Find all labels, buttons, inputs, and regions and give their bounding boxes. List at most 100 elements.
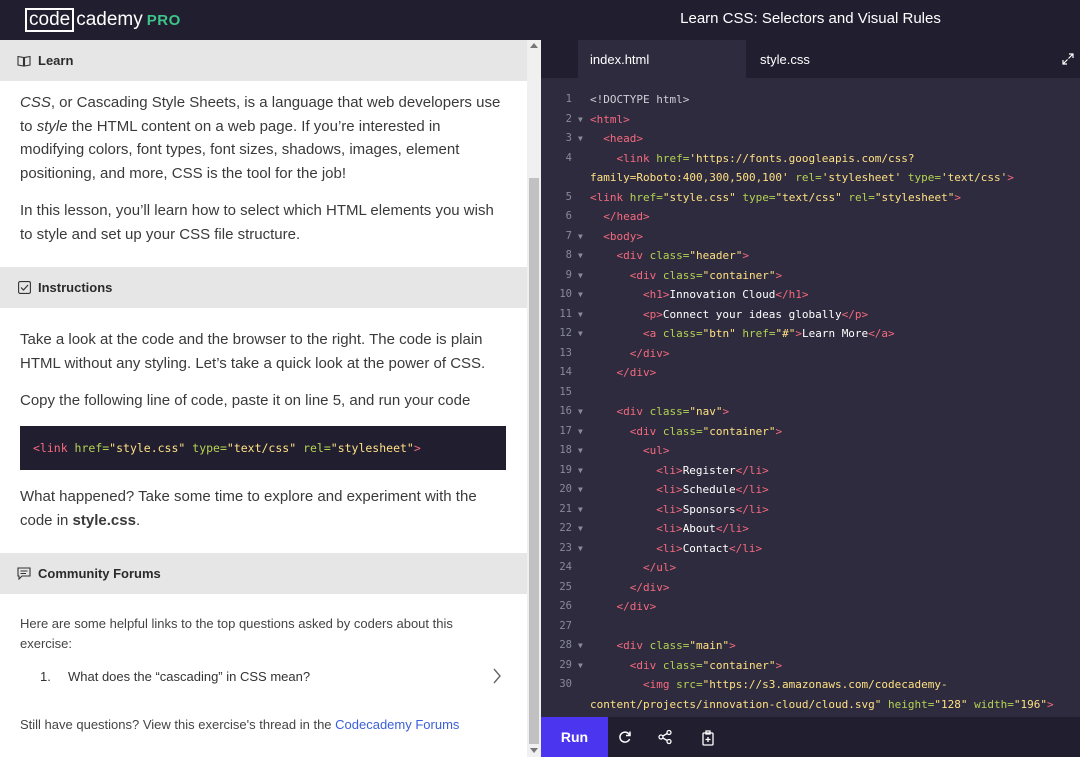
fold-arrow-icon[interactable]: ▼ (578, 285, 583, 305)
line-content: <div class="nav"> (616, 402, 729, 422)
fold-arrow-icon[interactable]: ▼ (578, 480, 583, 500)
code-token: class= (649, 639, 690, 652)
code-snippet[interactable]: <link href="style.css" type="text/css" r… (20, 426, 506, 470)
code-token: <head> (603, 132, 643, 145)
code-token: Learn More (801, 327, 869, 340)
line-number: 22 (559, 522, 572, 534)
code-token: rel= (841, 190, 875, 204)
code-token: <div (629, 268, 663, 282)
snippet-attr: href= (74, 441, 110, 455)
code-token: <ul> (642, 444, 670, 457)
lesson-scrollbar[interactable] (527, 40, 541, 757)
code-token: > (742, 249, 749, 262)
code-token: <li> (656, 483, 683, 496)
line-content: <a class="btn" href="#">Learn More</a> (643, 324, 895, 344)
fold-arrow-icon[interactable]: ▼ (578, 266, 583, 286)
fold-arrow-icon[interactable]: ▼ (578, 324, 583, 344)
fold-arrow-icon[interactable]: ▼ (578, 110, 583, 130)
fold-arrow-icon[interactable]: ▼ (578, 461, 583, 481)
code-line: 25 </div> (541, 578, 1080, 598)
code-area[interactable]: 1 <!DOCTYPE html> 2 ▼ <html> 3 ▼ <head> 4 <link h… (541, 90, 1080, 717)
reset-icon[interactable] (617, 729, 633, 745)
code-line: 6 </head> (541, 207, 1080, 227)
code-token: "#" (775, 327, 796, 340)
fold-arrow-icon[interactable]: ▼ (578, 305, 583, 325)
forums-section-header[interactable]: Community Forums (0, 553, 527, 594)
code-token: 'text/css' (941, 171, 1008, 184)
tab-index-html[interactable]: index.html (578, 40, 746, 78)
code-token: </li> (715, 522, 749, 535)
code-line: 11 ▼ <p>Connect your ideas globally</p> (541, 305, 1080, 325)
codecademy-logo[interactable]: code cademy PRO (25, 7, 181, 33)
scroll-down-arrow[interactable] (530, 748, 538, 753)
code-token: Contact (682, 541, 730, 555)
snippet-tag: <link (33, 441, 75, 455)
line-content: family=Roboto:400,300,500,100' rel='styl… (590, 168, 1014, 188)
instructions-section-header[interactable]: Instructions (0, 267, 527, 308)
line-number: 21 (559, 502, 572, 515)
code-token: class= (649, 405, 690, 418)
line-number: 30 (559, 678, 572, 690)
code-token: class= (662, 268, 703, 282)
forum-question-item[interactable]: 1. What does the “cascading” in CSS mean… (20, 667, 506, 689)
code-token: > (795, 327, 802, 340)
fold-arrow-icon[interactable]: ▼ (578, 519, 583, 539)
line-content: </div> (616, 363, 656, 383)
instructions-p3-c: . (135, 511, 141, 529)
forums-intro: Here are some helpful links to the top q… (20, 616, 453, 651)
line-content: <body> (603, 227, 643, 247)
line-content: </div> (616, 597, 656, 617)
fold-arrow-icon[interactable]: ▼ (578, 227, 583, 247)
expand-icon[interactable] (1062, 52, 1074, 70)
fold-arrow-icon[interactable]: ▼ (578, 441, 583, 461)
code-token: <div (629, 424, 663, 438)
fold-arrow-icon[interactable]: ▼ (578, 246, 583, 266)
comment-icon (17, 567, 31, 581)
code-token: > (1047, 697, 1054, 711)
copy-icon[interactable] (700, 729, 716, 746)
code-token: "196" (1013, 697, 1047, 711)
line-content: <html> (590, 110, 630, 130)
fold-arrow-icon[interactable]: ▼ (578, 636, 583, 656)
code-token: <body> (603, 229, 643, 243)
line-number: 28 (559, 639, 572, 651)
code-line: 19 ▼ <li>Register</li> (541, 461, 1080, 481)
code-token: > (954, 190, 961, 204)
line-number: 13 (559, 346, 572, 359)
code-token: </p> (841, 307, 869, 321)
fold-arrow-icon[interactable]: ▼ (578, 129, 583, 149)
fold-arrow-icon[interactable]: ▼ (578, 402, 583, 422)
code-token: 'https://fonts.googleapis.com/css? (689, 151, 915, 165)
line-number: 19 (559, 463, 572, 476)
line-number: 17 (559, 424, 572, 437)
codecademy-forums-link[interactable]: Codecademy Forums (335, 717, 459, 732)
code-token: <li> (656, 522, 683, 535)
code-line: 23 ▼ <li>Contact</li> (541, 539, 1080, 559)
line-number: 18 (559, 444, 572, 456)
code-line: 24 </ul> (541, 558, 1080, 578)
code-token: <div (616, 249, 650, 262)
fold-arrow-icon[interactable]: ▼ (578, 539, 583, 559)
learn-section-header[interactable]: Learn (0, 40, 527, 81)
line-content: </div> (630, 578, 670, 598)
scroll-thumb[interactable] (529, 178, 539, 744)
scroll-up-arrow[interactable] (530, 43, 538, 48)
instructions-paragraph-2: Copy the following line of code, paste i… (20, 392, 471, 409)
code-line: 26 </div> (541, 597, 1080, 617)
code-line: 22 ▼ <li>About</li> (541, 519, 1080, 539)
code-line: 12 ▼ <a class="btn" href="#">Learn More</a… (541, 324, 1080, 344)
logo-rest-text: cademy (76, 9, 143, 30)
fold-arrow-icon[interactable]: ▼ (578, 500, 583, 520)
code-token: <li> (656, 541, 683, 555)
code-token: class= (662, 424, 703, 438)
run-button[interactable]: Run (541, 717, 608, 757)
fold-arrow-icon[interactable]: ▼ (578, 656, 583, 676)
code-token: family=Roboto:400,300,500,100' (590, 171, 789, 184)
code-token: class= (662, 327, 703, 340)
code-line: 16 ▼ <div class="nav"> (541, 402, 1080, 422)
logo-box-text: code (25, 8, 75, 32)
code-token: <!DOCTYPE html> (590, 93, 690, 106)
fold-arrow-icon[interactable]: ▼ (578, 422, 583, 442)
share-icon[interactable] (657, 729, 673, 745)
tab-style-css[interactable]: style.css (748, 40, 908, 78)
